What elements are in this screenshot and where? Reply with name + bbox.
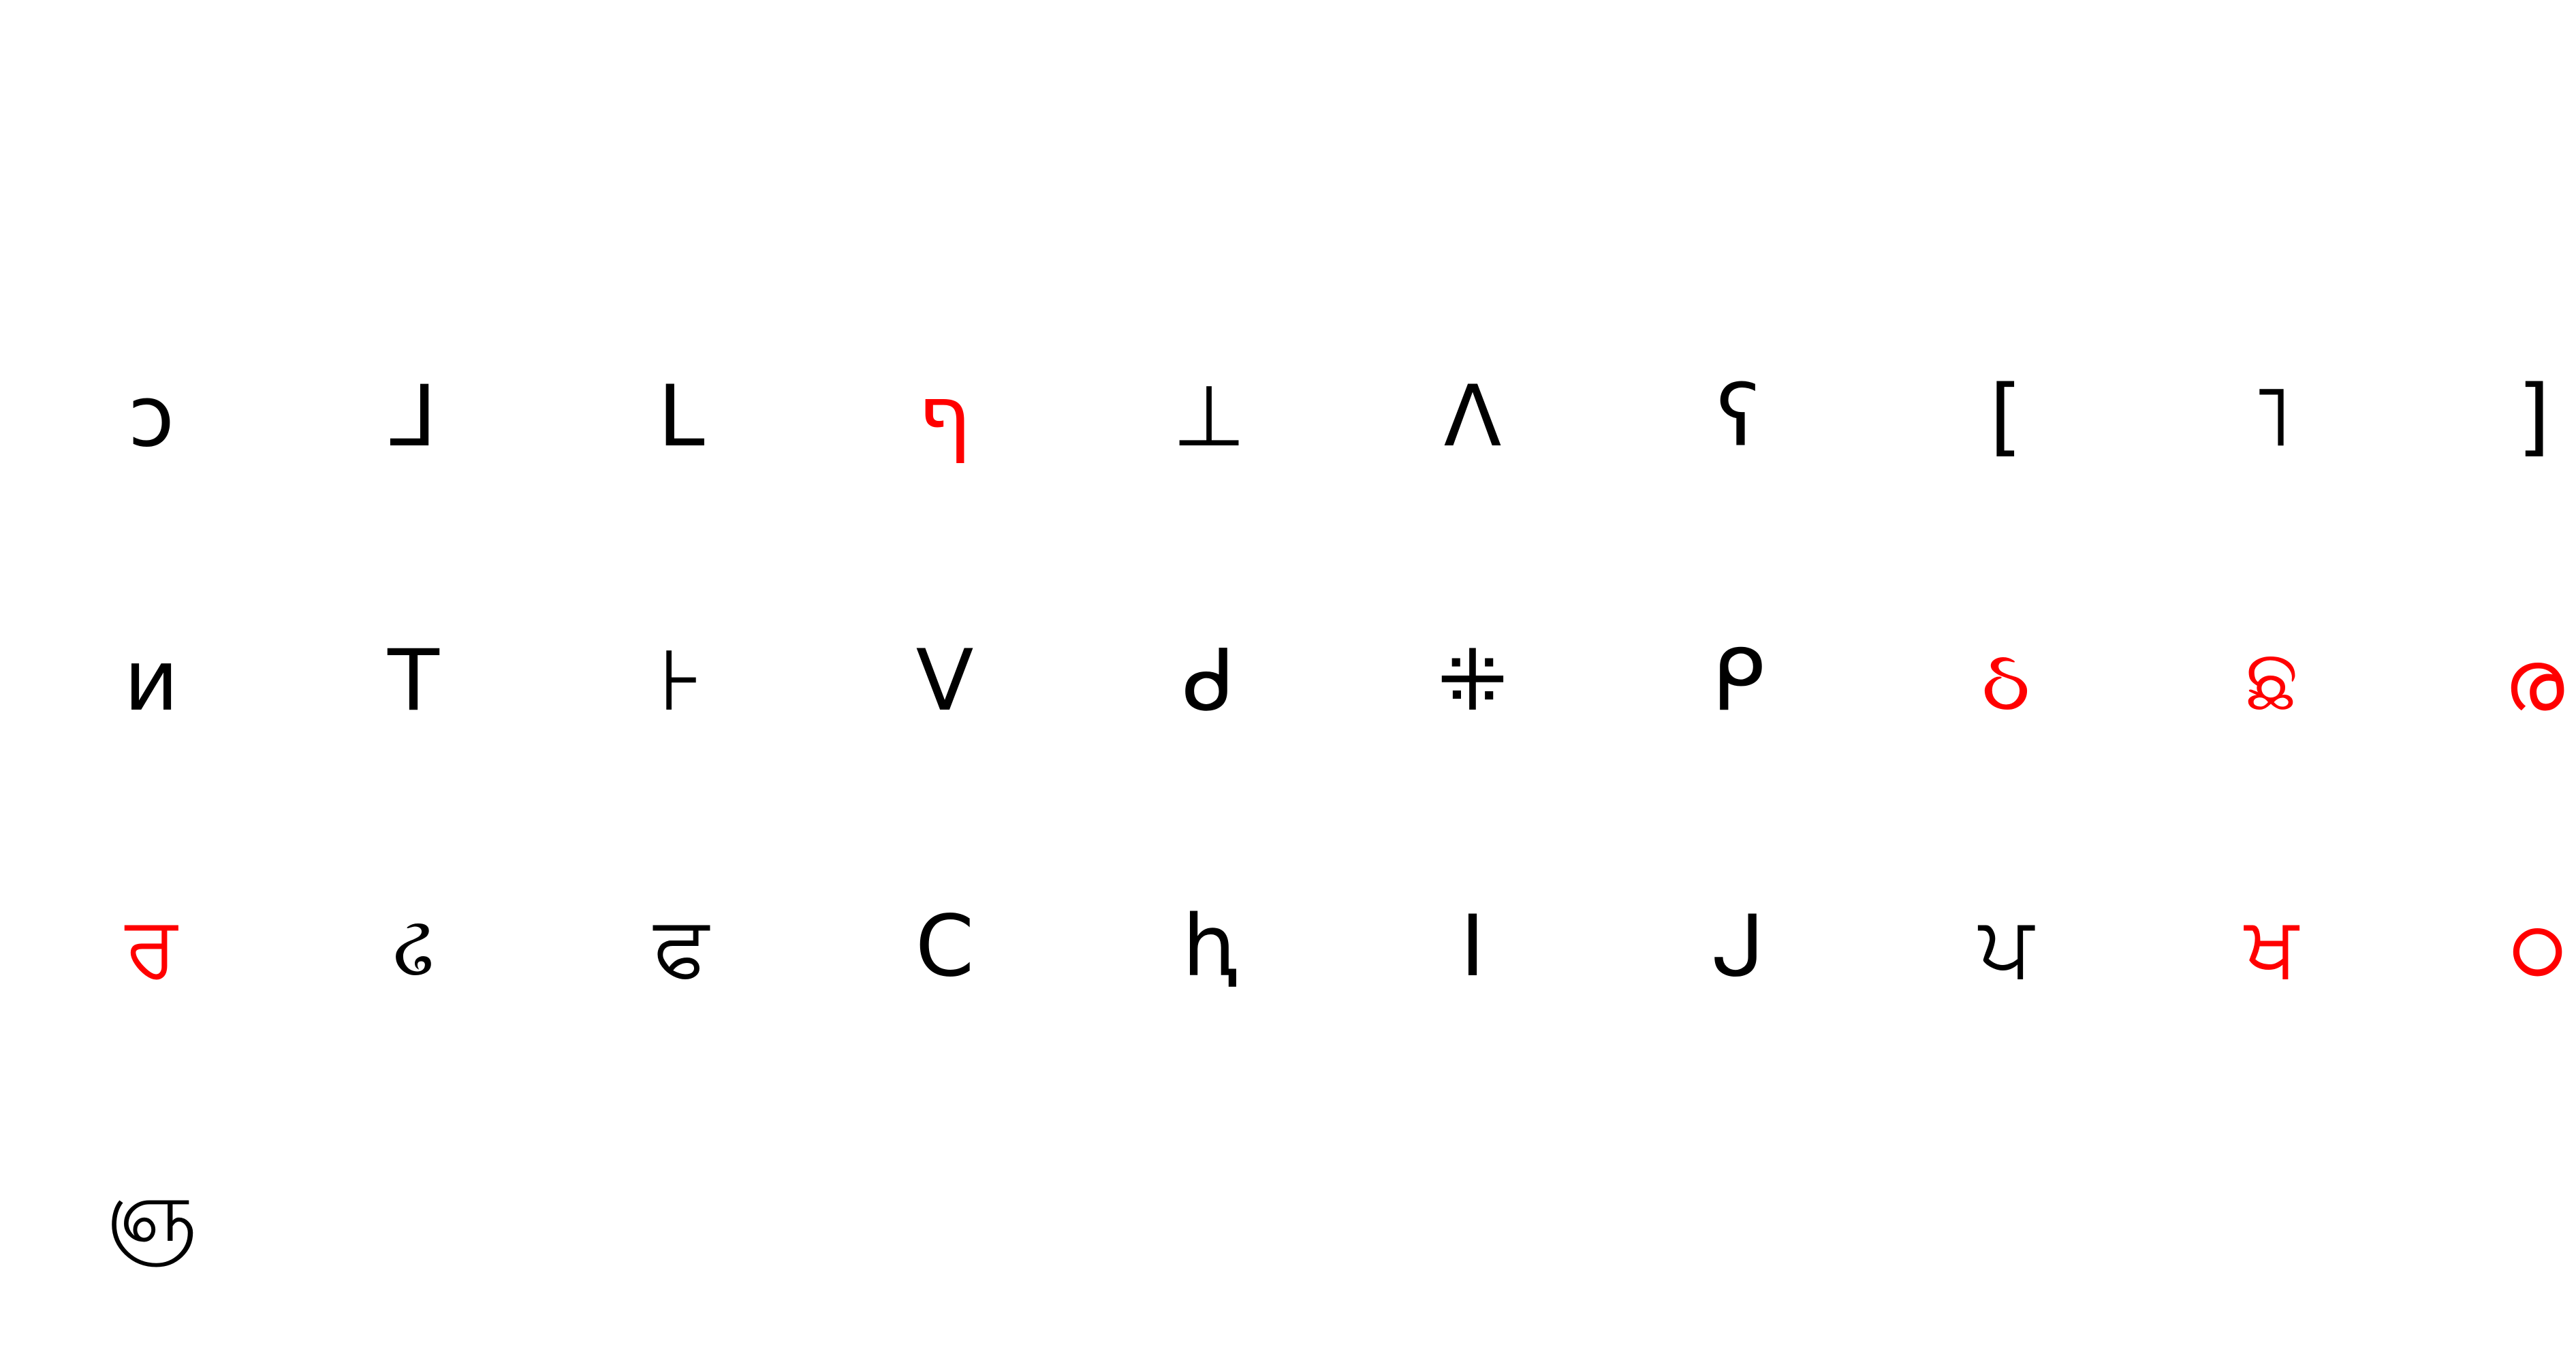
glyph-cell: ף [917, 368, 972, 466]
glyph-cell: ↄ [127, 368, 175, 466]
glyph-cell: ઠ [1981, 632, 2031, 730]
glyph-cell: ഠ [2505, 898, 2562, 996]
glyph-cell: ਪ [1979, 898, 2033, 996]
glyph-cell: I [1460, 898, 1486, 996]
glyph-cell: ⁜ [1437, 632, 1508, 730]
glyph-cell: V [915, 632, 974, 730]
glyph-cell: ଛ [2244, 632, 2299, 730]
glyph-cell: ⊦ [659, 632, 704, 730]
glyph-cell: ˥ [2250, 368, 2293, 466]
glyph-cell: ᒍ [1712, 898, 1765, 996]
glyph-cell: ઢ [392, 898, 435, 996]
glyph-cell: ਰ [125, 898, 178, 996]
glyph-cell: Λ [1443, 368, 1502, 466]
glyph-grid: ↄ ⅃ L ף ⊥ Λʕ [ ˥] ᴎ T ⊦ V ᑯ ⁜ ᑭ ઠ ଛ ര ਰ ઢ ਫ Cⱨ I ᒍ ਪ ਖ ഠ ஞ [0, 0, 2576, 1360]
glyph-cell: ஞ [106, 1163, 197, 1261]
glyph-cell: ਫ [653, 898, 709, 996]
glyph-cell: ʕ [1716, 368, 1760, 466]
glyph-cell: ᴎ [123, 632, 179, 730]
glyph-cell: ⊥ [1172, 368, 1246, 466]
glyph-cell: ਖ [2244, 898, 2299, 996]
glyph-cell: ⅃ [390, 368, 437, 466]
glyph-cell: C [915, 898, 975, 996]
glyph-cell: ര [2503, 632, 2564, 730]
glyph-cell: ᑯ [1182, 632, 1236, 730]
glyph-cell: ᑭ [1712, 632, 1765, 730]
glyph-cell: ⱨ [1182, 898, 1236, 996]
glyph-cell: L [657, 368, 705, 466]
glyph-cell: [ [1989, 368, 2023, 466]
glyph-cell: T [388, 632, 439, 730]
glyph-cell: ] [2517, 368, 2551, 466]
